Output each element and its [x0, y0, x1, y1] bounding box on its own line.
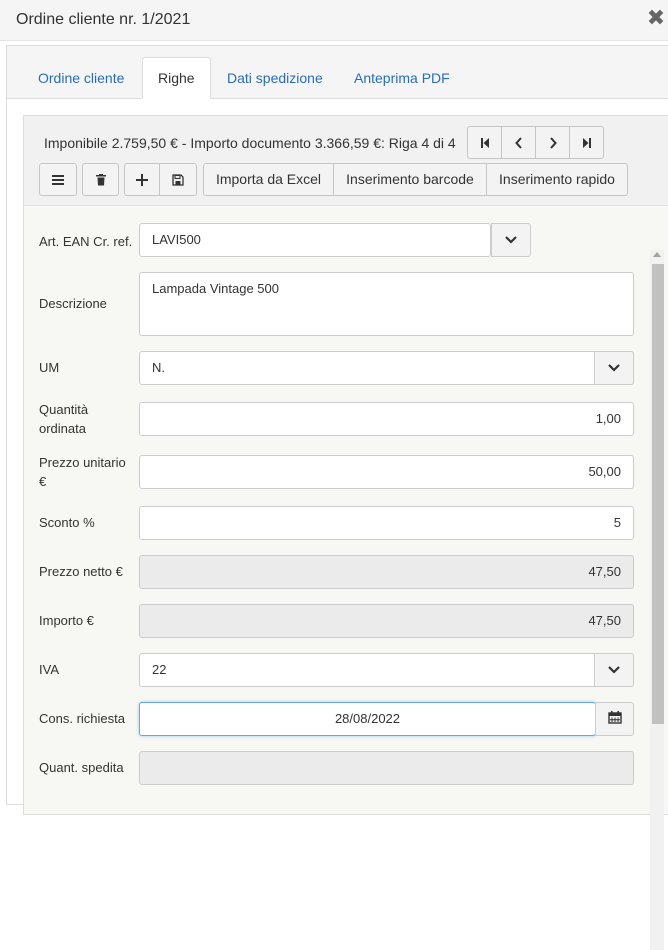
trash-icon — [95, 174, 106, 186]
tab-ordine-cliente[interactable]: Ordine cliente — [23, 57, 139, 99]
tab-anteprima-pdf[interactable]: Anteprima PDF — [339, 57, 465, 99]
chevron-left-icon — [514, 137, 522, 149]
form-scrollbar[interactable] — [650, 250, 664, 950]
main-panel: Ordine cliente Righe Dati spedizione Ant… — [6, 45, 668, 950]
net-price-label: Prezzo netto € — [39, 564, 123, 579]
ean-field[interactable]: LAVI500 — [139, 223, 531, 257]
next-record-button[interactable] — [535, 126, 570, 159]
unit-price-label: Prezzo unitario € — [39, 455, 126, 489]
shipped-quantity-label: Quant. spedita — [39, 760, 124, 775]
scrollbar-thumb[interactable] — [652, 264, 664, 724]
previous-record-button[interactable] — [501, 126, 536, 159]
discount-field[interactable]: 5 — [139, 506, 634, 540]
last-record-button[interactable] — [569, 126, 604, 159]
shipped-quantity-field — [139, 751, 634, 785]
amount-field: 47,50 — [139, 604, 634, 638]
requested-delivery-date-field[interactable]: 28/08/2022 — [139, 702, 596, 736]
tab-dati-spedizione[interactable]: Dati spedizione — [212, 57, 338, 99]
first-page-icon — [480, 138, 489, 149]
um-label: UM — [39, 360, 60, 375]
calendar-icon — [607, 711, 622, 724]
barcode-entry-button[interactable]: Inserimento barcode — [333, 163, 487, 196]
description-field[interactable]: Lampada Vintage 500 — [139, 272, 634, 336]
vat-dropdown-button[interactable] — [594, 653, 634, 687]
first-record-button[interactable] — [467, 126, 502, 159]
scroll-up-arrow-icon[interactable] — [653, 252, 661, 257]
tabs-bar: Ordine cliente Righe Dati spedizione Ant… — [7, 46, 668, 99]
close-icon[interactable]: ✖ — [646, 7, 666, 29]
window-title: Ordine cliente nr. 1/2021 — [16, 11, 191, 28]
vat-select[interactable]: 22 — [139, 653, 634, 687]
last-page-icon — [582, 138, 591, 149]
document-summary: Imponibile 2.759,50 € - Importo document… — [44, 135, 456, 151]
description-label: Descrizione — [39, 296, 107, 311]
chevron-down-icon — [608, 364, 620, 372]
quick-entry-button[interactable]: Inserimento rapido — [486, 163, 628, 196]
save-button[interactable] — [159, 163, 197, 196]
um-select[interactable]: N. — [139, 351, 634, 385]
ean-label: Art. EAN Cr. ref. — [39, 234, 133, 249]
um-value: N. — [152, 360, 165, 375]
vat-value: 22 — [152, 662, 167, 677]
floppy-icon — [172, 174, 184, 186]
quantity-field[interactable]: 1,00 — [139, 402, 634, 436]
toolbar: Imponibile 2.759,50 € - Importo document… — [24, 116, 668, 206]
ean-dropdown-button[interactable] — [491, 223, 531, 257]
discount-label: Sconto % — [39, 515, 95, 530]
plus-icon — [136, 174, 148, 187]
import-excel-button[interactable]: Importa da Excel — [203, 163, 334, 196]
rows-panel: Imponibile 2.759,50 € - Importo document… — [23, 115, 668, 950]
quantity-label: Quantità ordinata — [39, 402, 89, 436]
requested-delivery-label: Cons. richiesta — [39, 711, 125, 726]
tab-righe[interactable]: Righe — [142, 57, 211, 99]
chevron-right-icon — [549, 137, 557, 149]
vat-label: IVA — [39, 662, 59, 677]
menu-button[interactable] — [39, 163, 77, 196]
chevron-down-icon — [505, 236, 517, 244]
amount-label: Importo € — [39, 613, 94, 628]
unit-price-field[interactable]: 50,00 — [139, 455, 634, 489]
ean-value: LAVI500 — [152, 232, 201, 247]
delete-button[interactable] — [82, 163, 119, 196]
menu-icon — [52, 175, 64, 186]
chevron-down-icon — [608, 666, 620, 674]
net-price-field: 47,50 — [139, 555, 634, 589]
window-titlebar: Ordine cliente nr. 1/2021 ✖ — [0, 0, 668, 41]
add-button[interactable] — [124, 163, 160, 196]
calendar-button[interactable] — [595, 702, 634, 736]
um-dropdown-button[interactable] — [594, 351, 634, 385]
